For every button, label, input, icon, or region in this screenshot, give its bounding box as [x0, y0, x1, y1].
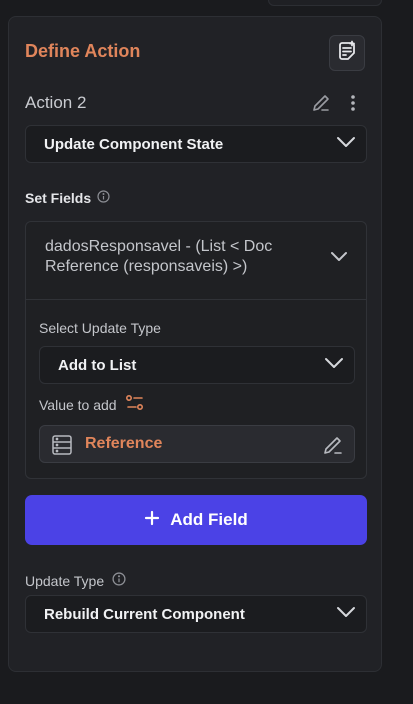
- action-type-select[interactable]: Update Component State: [25, 125, 367, 163]
- reference-value: Reference: [85, 435, 163, 452]
- define-action-panel: Define Action Action 2 Update Component …: [8, 16, 382, 672]
- update-type-select[interactable]: Add to List: [39, 346, 355, 384]
- rebuild-type-value: Rebuild Current Component: [44, 605, 245, 623]
- previous-panel-edge: [268, 0, 382, 6]
- update-type-label: Update Type: [25, 572, 126, 589]
- value-to-add-label: Value to add: [39, 394, 145, 415]
- edit-icon[interactable]: [322, 434, 344, 461]
- add-field-label: Add Field: [170, 510, 248, 529]
- kebab-icon[interactable]: [347, 93, 359, 118]
- update-type-text: Update Type: [25, 572, 105, 589]
- add-field-button[interactable]: Add Field: [25, 495, 367, 545]
- add-note-icon: [336, 40, 358, 67]
- database-icon: [51, 434, 73, 461]
- chevron-down-icon: [336, 605, 356, 623]
- variable-icon[interactable]: [125, 394, 145, 415]
- field-name: dadosResponsavel - (List < Doc Reference…: [45, 238, 273, 275]
- plus-icon: [144, 510, 160, 531]
- panel-title: Define Action: [25, 41, 141, 61]
- value-reference-field[interactable]: Reference: [39, 425, 355, 463]
- action-label: Action 2: [25, 93, 87, 112]
- update-type-value: Add to List: [58, 356, 137, 374]
- action-type-value: Update Component State: [44, 135, 224, 153]
- field-card: dadosResponsavel - (List < Doc Reference…: [25, 221, 367, 479]
- chevron-down-icon: [336, 135, 356, 153]
- field-header[interactable]: dadosResponsavel - (List < Doc Reference…: [26, 222, 366, 300]
- select-update-type-label: Select Update Type: [39, 320, 161, 336]
- set-fields-label: Set Fields: [25, 190, 110, 206]
- info-icon[interactable]: [112, 572, 126, 589]
- rebuild-type-select[interactable]: Rebuild Current Component: [25, 595, 367, 633]
- value-to-add-text: Value to add: [39, 396, 117, 413]
- action-notes-button[interactable]: [329, 35, 365, 71]
- edit-action-name-icon[interactable]: [311, 93, 331, 118]
- info-icon[interactable]: [97, 190, 110, 206]
- set-fields-text: Set Fields: [25, 190, 92, 206]
- chevron-down-icon: [330, 250, 348, 268]
- chevron-down-icon: [324, 356, 344, 374]
